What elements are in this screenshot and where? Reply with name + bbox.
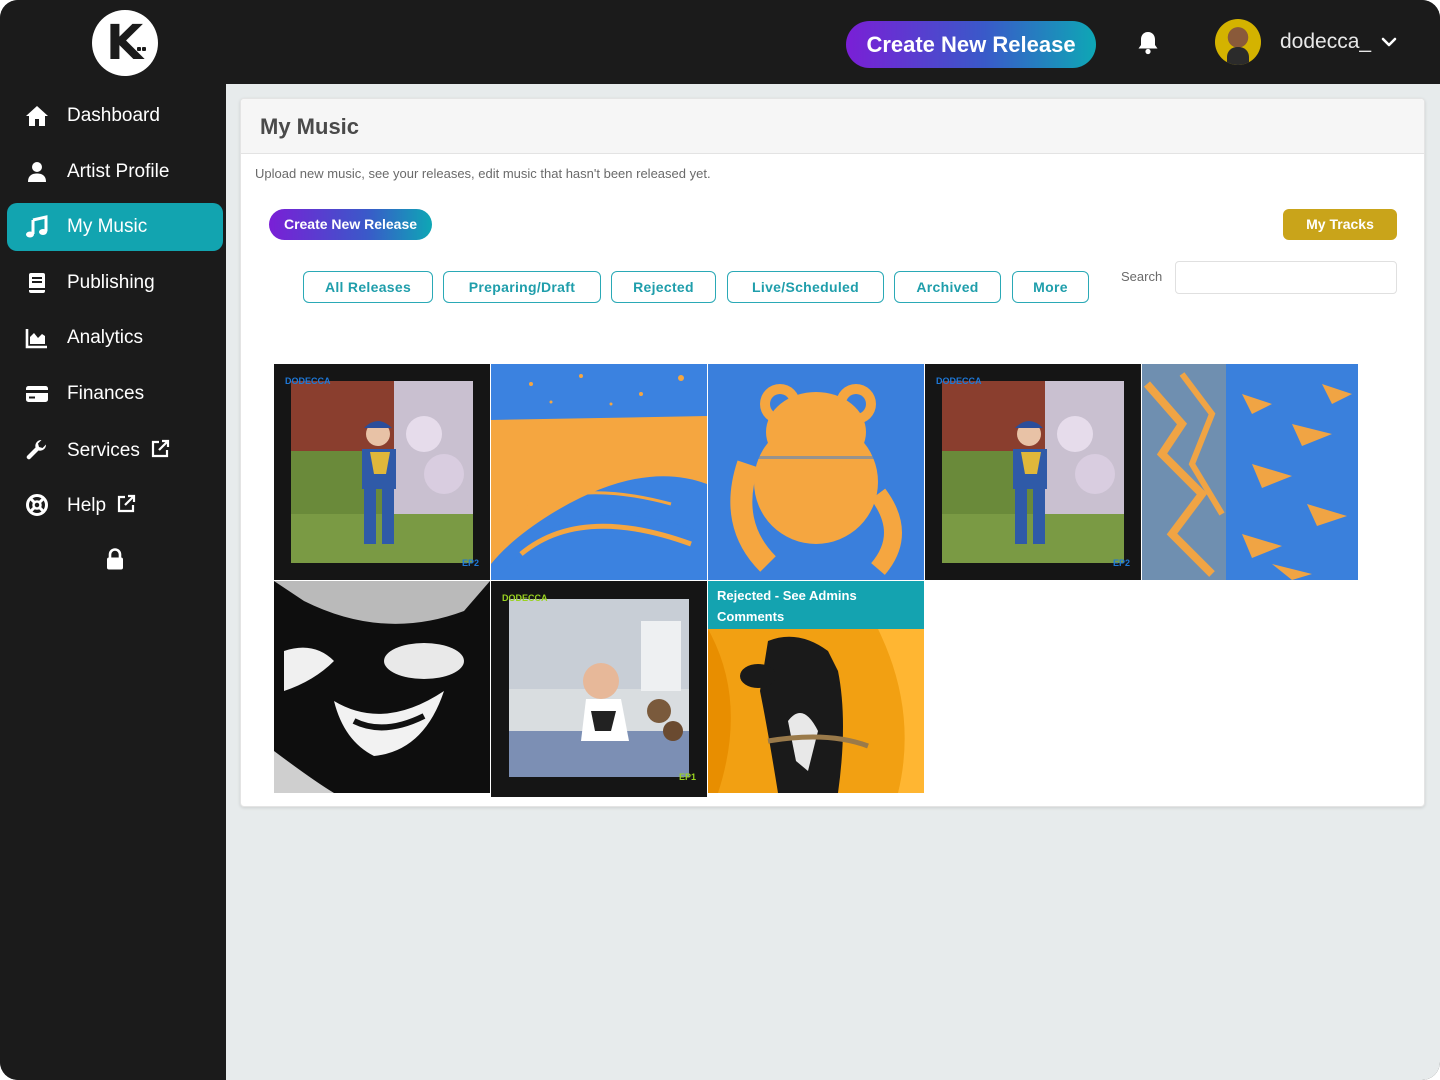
cover-brand-text: DODECCA [502, 593, 548, 603]
main-content: My Music Upload new music, see your rele… [226, 84, 1440, 1080]
music-note-icon [26, 215, 48, 238]
sidebar-item-finances[interactable]: Finances [7, 370, 223, 418]
cover-abstract-swoosh [491, 364, 707, 580]
username[interactable]: dodecca_ [1280, 30, 1371, 54]
create-new-release-button[interactable]: Create New Release [269, 209, 432, 240]
release-tile[interactable] [708, 364, 924, 580]
user-icon [28, 162, 46, 182]
sidebar-item-label: My Music [67, 216, 148, 237]
card-header: My Music [241, 99, 1424, 154]
sidebar-item-label: Analytics [67, 327, 144, 348]
filter-all-releases[interactable]: All Releases [303, 271, 433, 303]
header-create-release-button[interactable]: Create New Release [846, 21, 1096, 68]
cover-brand-text: DODECCA [936, 376, 982, 386]
sidebar-item-label: Help [67, 494, 136, 517]
cover-baby-photo [491, 581, 707, 793]
cover-boy-garden [925, 364, 1141, 580]
cover-split-texture [1142, 364, 1358, 580]
help-label-text: Help [67, 495, 107, 516]
home-icon [26, 106, 48, 126]
sidebar-item-label: Finances [67, 383, 145, 404]
sidebar-item-my-music[interactable]: My Music [7, 203, 223, 251]
life-ring-icon [26, 494, 48, 516]
page-title: My Music [260, 114, 360, 139]
filter-rejected[interactable]: Rejected [611, 271, 716, 303]
avatar[interactable] [1215, 19, 1261, 65]
lock-icon[interactable] [105, 548, 125, 570]
sidebar-item-label: Dashboard [67, 105, 160, 126]
sidebar-item-dashboard[interactable]: Dashboard [7, 92, 223, 140]
sidebar: Dashboard Artist Profile My Music Publis… [0, 84, 226, 1080]
release-tile[interactable] [274, 581, 490, 797]
cover-tag-text: EP1 [679, 772, 697, 782]
rejected-status-banner: Rejected - See Admins Comments [708, 581, 924, 629]
cover-boy-garden [274, 364, 490, 580]
sidebar-item-label: Artist Profile [67, 161, 170, 182]
chart-icon [25, 329, 47, 349]
release-tile[interactable]: DODECCA EP2 [274, 364, 490, 580]
services-label-text: Services [67, 440, 140, 461]
release-tile[interactable]: DODECCA EP1 [491, 581, 707, 797]
filter-live-scheduled[interactable]: Live/Scheduled [727, 271, 884, 303]
top-bar: K Create New Release dodecca_ [0, 0, 1440, 84]
filter-archived[interactable]: Archived [894, 271, 1001, 303]
cover-bw-face [274, 581, 490, 793]
credit-card-icon [26, 386, 48, 402]
sidebar-item-publishing[interactable]: Publishing [7, 259, 223, 307]
release-tile[interactable]: Rejected - See Admins Comments [708, 581, 924, 793]
sidebar-item-help[interactable]: Help [7, 481, 223, 529]
app-window: K Create New Release dodecca_ Dashboard [0, 0, 1440, 1080]
filter-more[interactable]: More [1012, 271, 1089, 303]
release-tile[interactable] [491, 364, 707, 580]
release-tile[interactable] [1142, 364, 1358, 580]
chevron-down-icon[interactable] [1381, 34, 1397, 50]
page-description: Upload new music, see your releases, edi… [255, 166, 711, 181]
logo-dots [137, 38, 149, 51]
search-label: Search [1121, 269, 1163, 284]
book-icon [29, 273, 45, 293]
sidebar-item-label: Publishing [67, 272, 155, 293]
my-music-card: My Music Upload new music, see your rele… [240, 98, 1425, 807]
sidebar-item-services[interactable]: Services [7, 426, 223, 474]
release-tile[interactable]: DODECCA EP2 [925, 364, 1141, 580]
sidebar-item-artist-profile[interactable]: Artist Profile [7, 148, 223, 196]
external-link-icon [117, 494, 136, 513]
cover-brand-text: DODECCA [285, 376, 331, 386]
wrench-icon [26, 439, 47, 460]
external-link-icon [151, 439, 169, 458]
search-input[interactable] [1175, 261, 1397, 294]
sidebar-item-label: Services [67, 439, 170, 462]
sidebar-item-analytics[interactable]: Analytics [7, 314, 223, 362]
cover-tag-text: EP2 [462, 558, 480, 568]
cover-tag-text: EP2 [1113, 558, 1131, 568]
bell-icon[interactable] [1136, 30, 1160, 56]
logo[interactable]: K [92, 10, 158, 76]
filter-preparing-draft[interactable]: Preparing/Draft [443, 271, 601, 303]
cover-plush-toy [708, 364, 924, 580]
my-tracks-button[interactable]: My Tracks [1283, 209, 1397, 240]
